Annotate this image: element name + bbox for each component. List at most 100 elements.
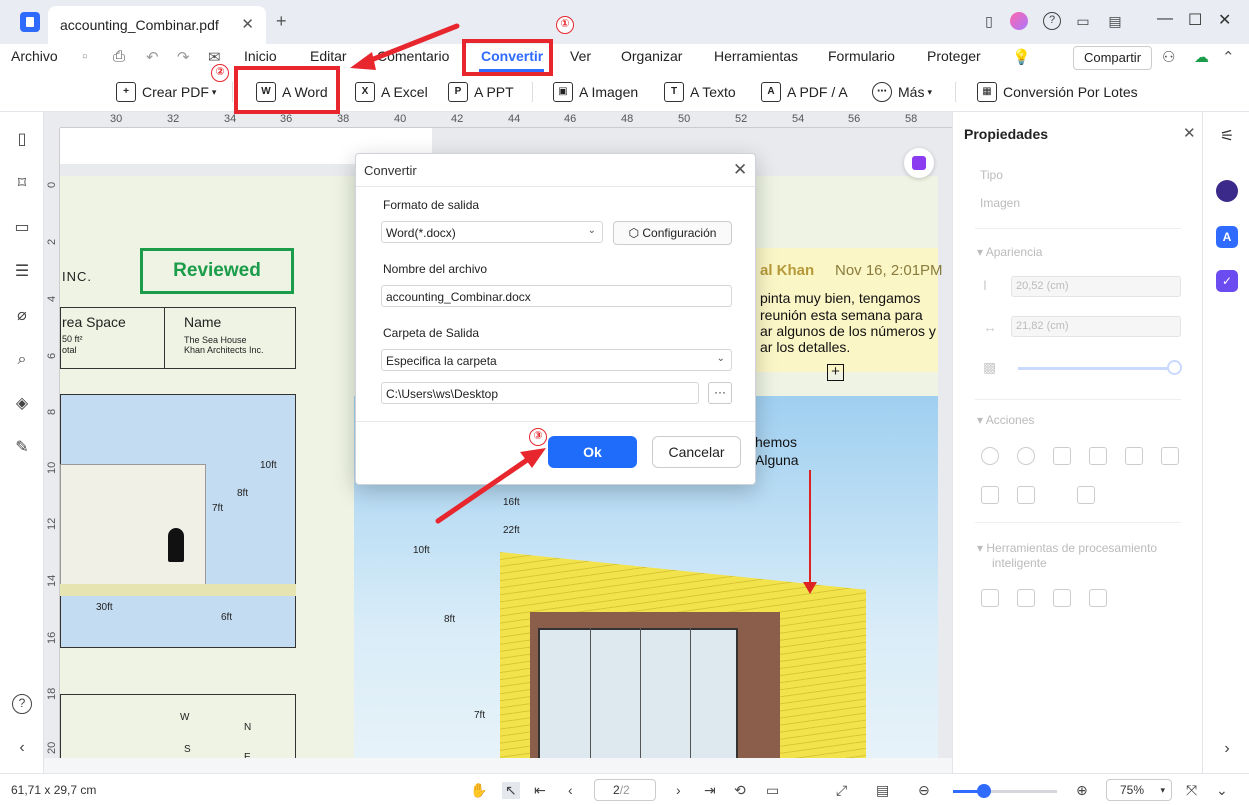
actions-section[interactable]: ▾ Acciones [977, 413, 1034, 427]
ok-button[interactable]: Ok [548, 436, 637, 468]
translate-icon[interactable]: A [1216, 226, 1238, 248]
reviewed-stamp[interactable]: Reviewed [140, 248, 294, 294]
feedback-icon[interactable]: ▭ [1074, 12, 1092, 30]
layers-list-icon[interactable]: ☰ [12, 262, 32, 282]
appearance-section[interactable]: ▾ Apariencia [977, 245, 1042, 259]
ai-bot-icon[interactable] [1216, 180, 1238, 202]
crop-icon[interactable] [1125, 447, 1143, 465]
menu-ver[interactable]: Ver [570, 48, 591, 64]
to-pdfa-button[interactable]: A A PDF / A [761, 80, 848, 104]
width-field[interactable]: 21,82 (cm) [1011, 316, 1181, 337]
previous-page-icon[interactable]: ‹ [568, 782, 573, 798]
flip-horizontal-icon[interactable] [1053, 447, 1071, 465]
maximize-icon[interactable]: ☐ [1188, 10, 1202, 30]
search-icon[interactable]: ⌕ [12, 350, 32, 370]
to-excel-button[interactable]: X A Excel [355, 80, 428, 104]
menu-proteger[interactable]: Proteger [927, 48, 981, 64]
menu-formulario[interactable]: Formulario [828, 48, 895, 64]
page-number-input[interactable]: 2/2 [594, 779, 656, 801]
to-ppt-button[interactable]: P A PPT [448, 80, 514, 104]
notification-icon[interactable]: ▤ [1106, 12, 1124, 30]
help-icon[interactable]: ? [1043, 12, 1061, 30]
ai-assistant-icon[interactable] [904, 148, 934, 178]
properties-sliders-icon[interactable]: ⚟ [1216, 126, 1238, 148]
distribute-icon[interactable] [1077, 486, 1095, 504]
more-button[interactable]: ⋯ Más ▾ [872, 80, 932, 104]
fit-page-icon[interactable]: ▭ [766, 782, 779, 799]
last-page-icon[interactable]: ⇥ [704, 782, 716, 799]
close-icon[interactable]: ✕ [1183, 124, 1196, 142]
menu-inicio[interactable]: Inicio [244, 48, 277, 64]
attachment-icon[interactable]: ⌀ [12, 306, 32, 326]
comment-icon[interactable]: ▭ [12, 218, 32, 238]
page-layout-icon[interactable]: ▤ [876, 782, 889, 799]
output-folder-select[interactable]: Especifica la carpeta ⌄ [381, 349, 732, 371]
enhance-image-icon[interactable] [1053, 589, 1071, 607]
redo-icon[interactable]: ↷ [177, 48, 190, 66]
fit-width-icon[interactable]: ⤢ [836, 782, 847, 799]
to-image-button[interactable]: ▣ A Imagen [553, 80, 638, 104]
smart-tools-section[interactable]: ▾ Herramientas de procesamiento [977, 541, 1157, 555]
zoom-in-icon[interactable]: ⊕ [1076, 782, 1088, 799]
translate-image-icon[interactable] [1017, 589, 1035, 607]
opacity-slider[interactable] [1018, 367, 1176, 370]
batch-convert-button[interactable]: ▦ Conversión Por Lotes [977, 80, 1138, 104]
cancel-button[interactable]: Cancelar [652, 436, 741, 468]
share-button[interactable]: Compartir [1073, 46, 1152, 70]
tablet-icon[interactable]: ▯ [980, 12, 998, 30]
workflow-icon[interactable]: ⚇ [1162, 48, 1175, 66]
new-tab-icon[interactable]: + [276, 11, 287, 32]
ocr-icon[interactable] [981, 589, 999, 607]
select-tool-icon[interactable]: ↖ [502, 782, 520, 799]
menu-organizar[interactable]: Organizar [621, 48, 682, 64]
rotate-view-icon[interactable]: ⟲ [734, 782, 746, 799]
undo-icon[interactable]: ↶ [146, 48, 159, 66]
align-icon[interactable] [1017, 486, 1035, 504]
fullscreen-icon[interactable]: ⤧ [1186, 782, 1197, 799]
output-path-input[interactable]: C:\Users\ws\Desktop [381, 382, 699, 404]
expand-icon[interactable]: ⌃ [1222, 48, 1235, 66]
minimize-icon[interactable]: — [1157, 10, 1173, 28]
zoom-level-select[interactable]: 75% ▾ [1106, 779, 1172, 801]
flip-vertical-icon[interactable] [1089, 447, 1107, 465]
remove-background-icon[interactable] [1089, 589, 1107, 607]
opacity-slider-knob[interactable] [1167, 360, 1182, 375]
avatar-icon[interactable] [1010, 12, 1028, 30]
menu-herramientas[interactable]: Herramientas [714, 48, 798, 64]
first-page-icon[interactable]: ⇤ [534, 782, 546, 799]
rotate-left-icon[interactable] [981, 447, 999, 465]
configuration-button[interactable]: ⬡ Configuración [613, 221, 732, 245]
lightbulb-icon[interactable]: 💡 [1012, 48, 1031, 66]
replace-image-icon[interactable] [1161, 447, 1179, 465]
browse-folder-button[interactable]: ··· [708, 382, 732, 404]
hand-tool-icon[interactable]: ✋ [470, 782, 487, 799]
zoom-out-icon[interactable]: ⊖ [918, 782, 930, 799]
cloud-sync-icon[interactable]: ☁ [1194, 48, 1209, 66]
save-icon[interactable]: ▫ [82, 48, 87, 65]
scroll-down-icon[interactable]: ⌄ [1216, 782, 1228, 799]
create-pdf-button[interactable]: + Crear PDF ▾ [116, 80, 216, 104]
close-dialog-icon[interactable]: ✕ [733, 160, 747, 180]
print-icon[interactable]: ⎙ [113, 48, 125, 65]
help-icon[interactable]: ? [12, 694, 32, 714]
layers-icon[interactable]: ◈ [12, 394, 32, 414]
zoom-slider-knob[interactable] [977, 784, 992, 798]
collapse-left-icon[interactable]: ‹ [12, 738, 32, 758]
page-thumbnail-icon[interactable]: ▯ [12, 130, 32, 150]
collapse-right-icon[interactable]: › [1216, 738, 1238, 760]
to-text-button[interactable]: T A Texto [664, 80, 736, 104]
document-tab[interactable]: accounting_Combinar.pdf ✕ [48, 6, 266, 44]
output-format-select[interactable]: Word(*.docx) ⌄ [381, 221, 603, 243]
height-field[interactable]: 20,52 (cm) [1011, 276, 1181, 297]
close-window-icon[interactable]: ✕ [1218, 10, 1231, 30]
menu-archivo[interactable]: Archivo [11, 48, 58, 64]
filename-input[interactable]: accounting_Combinar.docx [381, 285, 732, 307]
rotate-right-icon[interactable] [1017, 447, 1035, 465]
menu-comentario[interactable]: Comentario [377, 48, 449, 64]
save-image-icon[interactable] [981, 486, 999, 504]
add-comment-icon[interactable]: + [827, 364, 844, 381]
signature-icon[interactable]: ✎ [12, 438, 32, 458]
checklist-icon[interactable]: ✓ [1216, 270, 1238, 292]
close-tab-icon[interactable]: ✕ [241, 15, 254, 33]
bookmark-icon[interactable]: ⌑ [12, 174, 32, 194]
